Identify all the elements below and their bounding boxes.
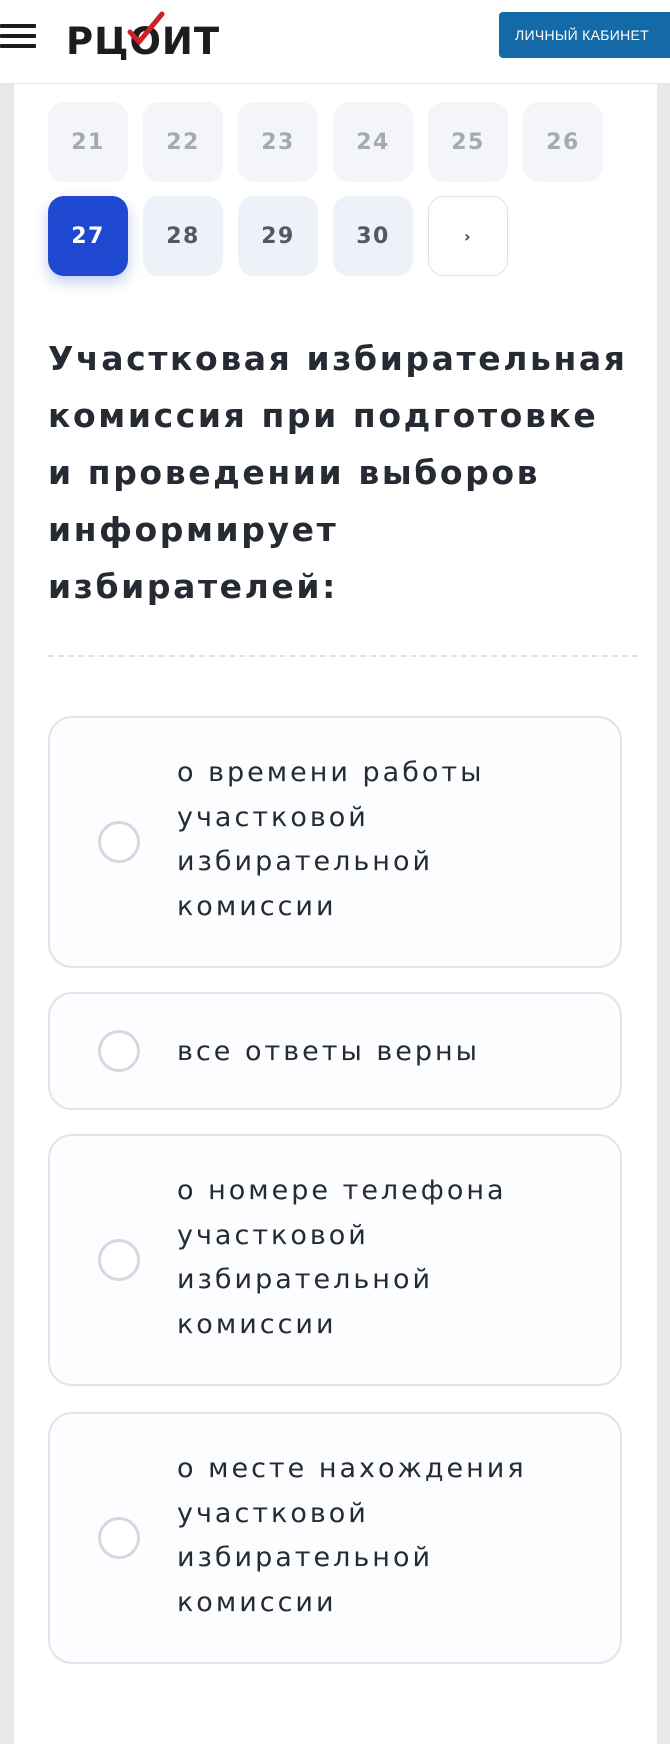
page-button[interactable]: 22 bbox=[143, 102, 223, 182]
answer-option[interactable]: все ответы верны bbox=[48, 992, 622, 1110]
radio-button-icon[interactable] bbox=[98, 1517, 140, 1559]
site-header: РЦОИТ ЛИЧНЫЙ КАБИНЕТ bbox=[0, 0, 670, 84]
test-card: 21 22 23 24 25 26 27 28 29 30 › Участков… bbox=[14, 84, 657, 1744]
next-page-button[interactable]: › bbox=[428, 196, 508, 276]
answer-option[interactable]: о номере телефона участковой избирательн… bbox=[48, 1134, 622, 1386]
page-button[interactable]: 23 bbox=[238, 102, 318, 182]
page-button-current[interactable]: 27 bbox=[48, 196, 128, 276]
answer-label: о времени работы участковой избирательно… bbox=[177, 757, 485, 922]
page-button[interactable]: 21 bbox=[48, 102, 128, 182]
answer-label: о месте нахождения участковой избиратель… bbox=[177, 1453, 527, 1618]
radio-button-icon[interactable] bbox=[98, 821, 140, 863]
radio-button-icon[interactable] bbox=[98, 1030, 140, 1072]
page-button[interactable]: 25 bbox=[428, 102, 508, 182]
site-logo[interactable]: РЦОИТ bbox=[66, 10, 219, 70]
page-button[interactable]: 28 bbox=[143, 196, 223, 276]
pagination-row-1: 21 22 23 24 25 26 bbox=[48, 102, 603, 182]
page-button[interactable]: 26 bbox=[523, 102, 603, 182]
answer-option[interactable]: о времени работы участковой избирательно… bbox=[48, 716, 622, 968]
page-button[interactable]: 24 bbox=[333, 102, 413, 182]
question-divider bbox=[48, 655, 638, 657]
hamburger-menu-icon[interactable] bbox=[0, 22, 38, 50]
answer-label: о номере телефона участковой избирательн… bbox=[177, 1175, 507, 1340]
page-button[interactable]: 29 bbox=[238, 196, 318, 276]
red-checkmark-icon bbox=[127, 11, 165, 45]
radio-button-icon[interactable] bbox=[98, 1239, 140, 1281]
question-text: Участковая избирательная комиссия при по… bbox=[48, 339, 628, 606]
page-button[interactable]: 30 bbox=[333, 196, 413, 276]
personal-cabinet-button[interactable]: ЛИЧНЫЙ КАБИНЕТ bbox=[499, 12, 670, 58]
pagination-row-2: 27 28 29 30 › bbox=[48, 196, 508, 276]
answer-label: все ответы верны bbox=[177, 1036, 480, 1067]
answer-option[interactable]: о месте нахождения участковой избиратель… bbox=[48, 1412, 622, 1664]
